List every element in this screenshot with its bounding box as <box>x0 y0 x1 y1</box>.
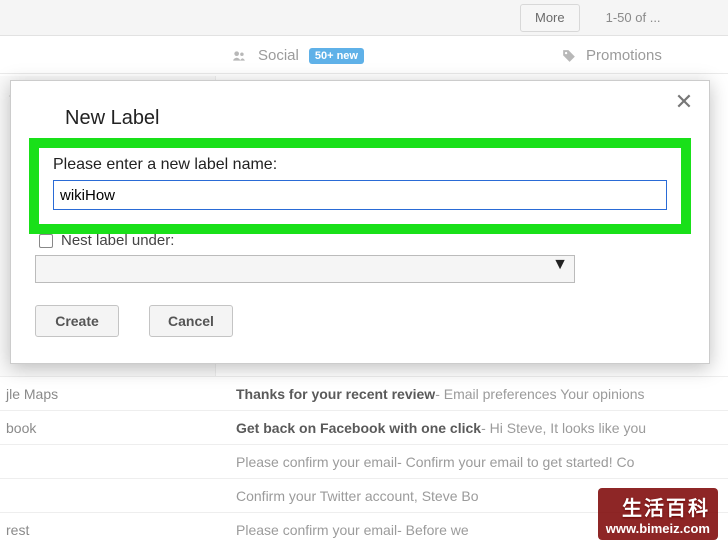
create-button-label: Create <box>55 313 99 329</box>
modal-overlay: ✕ New Label Please enter a new label nam… <box>0 0 728 546</box>
watermark-url: www.bimeiz.com <box>606 521 710 536</box>
dialog-buttons: Create Cancel <box>35 305 685 337</box>
label-name-prompt: Please enter a new label name: <box>53 156 667 174</box>
nest-label-row: Nest label under: <box>39 232 685 249</box>
close-button[interactable]: ✕ <box>673 91 695 113</box>
highlight-box: Please enter a new label name: <box>29 138 691 234</box>
dialog-title: New Label <box>65 107 685 130</box>
cancel-button-label: Cancel <box>168 313 214 329</box>
close-icon: ✕ <box>675 89 693 114</box>
label-name-input[interactable] <box>53 180 667 210</box>
watermark-title: 生活百科 <box>606 492 710 521</box>
create-button[interactable]: Create <box>35 305 119 337</box>
nest-label-select[interactable]: ▼ <box>35 255 575 283</box>
nest-label-checkbox[interactable] <box>39 234 53 248</box>
new-label-dialog: ✕ New Label Please enter a new label nam… <box>10 80 710 364</box>
watermark: 生活百科 www.bimeiz.com <box>598 488 718 540</box>
chevron-down-icon: ▼ <box>552 256 568 273</box>
nest-label-text: Nest label under: <box>61 232 174 249</box>
cancel-button[interactable]: Cancel <box>149 305 233 337</box>
